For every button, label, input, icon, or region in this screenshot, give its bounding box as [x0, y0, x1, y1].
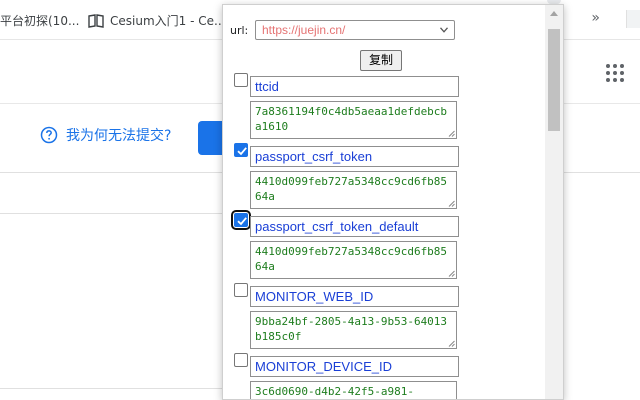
checkmark-icon [237, 217, 247, 226]
cookie-name-field[interactable]: MONITOR_DEVICE_ID [250, 356, 459, 377]
resize-grip-icon[interactable] [448, 340, 455, 347]
cookie-name-field[interactable]: passport_csrf_token_default [250, 216, 459, 237]
cookie-value-field[interactable]: 7a8361194f0c4db5aeaa1defdebcba1610 [250, 101, 457, 139]
divider [0, 388, 222, 389]
double-chevron-right-icon[interactable]: » [591, 10, 600, 26]
cookie-name-field[interactable]: ttcid [250, 76, 459, 97]
resize-grip-icon[interactable] [448, 270, 455, 277]
url-select[interactable]: https://juejin.cn/ [255, 20, 455, 40]
cookie-checkbox[interactable] [234, 143, 248, 157]
scroll-up-arrow-icon[interactable] [550, 11, 558, 16]
help-link[interactable]: 我为何无法提交? [40, 125, 171, 145]
popup-content: url: https://juejin.cn/ 复制 ttcid 7a83611… [223, 5, 545, 399]
url-label: url: [230, 24, 249, 37]
divider [0, 213, 222, 214]
cookie-name-field[interactable]: passport_csrf_token [250, 146, 459, 167]
url-select-value: https://juejin.cn/ [262, 23, 346, 37]
cookie-checkbox[interactable] [234, 283, 248, 297]
cookie-value-field[interactable]: 3c6d0690-d4b2-42f5-a981- [250, 381, 457, 399]
bookmark-item[interactable]: 平台初探(10... [0, 12, 79, 29]
cookie-value-field[interactable]: 9bba24bf-2805-4a13-9b53-64013b185c0f [250, 311, 457, 349]
cookie-checkbox[interactable] [234, 73, 248, 87]
resize-grip-icon[interactable] [448, 130, 455, 137]
scrollbar-thumb[interactable] [548, 29, 560, 131]
help-text: 我为何无法提交? [66, 128, 172, 144]
checkmark-icon [237, 147, 247, 156]
resize-grip-icon[interactable] [448, 200, 455, 207]
apps-grid-icon[interactable] [606, 64, 624, 82]
cookie-name-field[interactable]: MONITOR_WEB_ID [250, 286, 459, 307]
bookmarks-overflow-edge [626, 10, 640, 28]
book-icon [88, 13, 104, 28]
question-circle-icon [40, 126, 58, 144]
copy-button[interactable]: 复制 [360, 50, 402, 71]
chevron-down-icon [440, 27, 448, 33]
bookmark-label: Cesium入门1 - Ce... [110, 14, 226, 28]
bookmark-item-cesium[interactable]: Cesium入门1 - Ce... [88, 12, 225, 29]
cookie-value-field[interactable]: 4410d099feb727a5348cc9cd6fb8564a [250, 171, 457, 209]
cookie-checkbox[interactable] [234, 353, 248, 367]
divider [560, 172, 640, 173]
cookie-value-field[interactable]: 4410d099feb727a5348cc9cd6fb8564a [250, 241, 457, 279]
cookie-checkbox[interactable] [231, 210, 251, 230]
cookie-popup: url: https://juejin.cn/ 复制 ttcid 7a83611… [222, 4, 564, 400]
scrollbar[interactable] [545, 5, 563, 399]
